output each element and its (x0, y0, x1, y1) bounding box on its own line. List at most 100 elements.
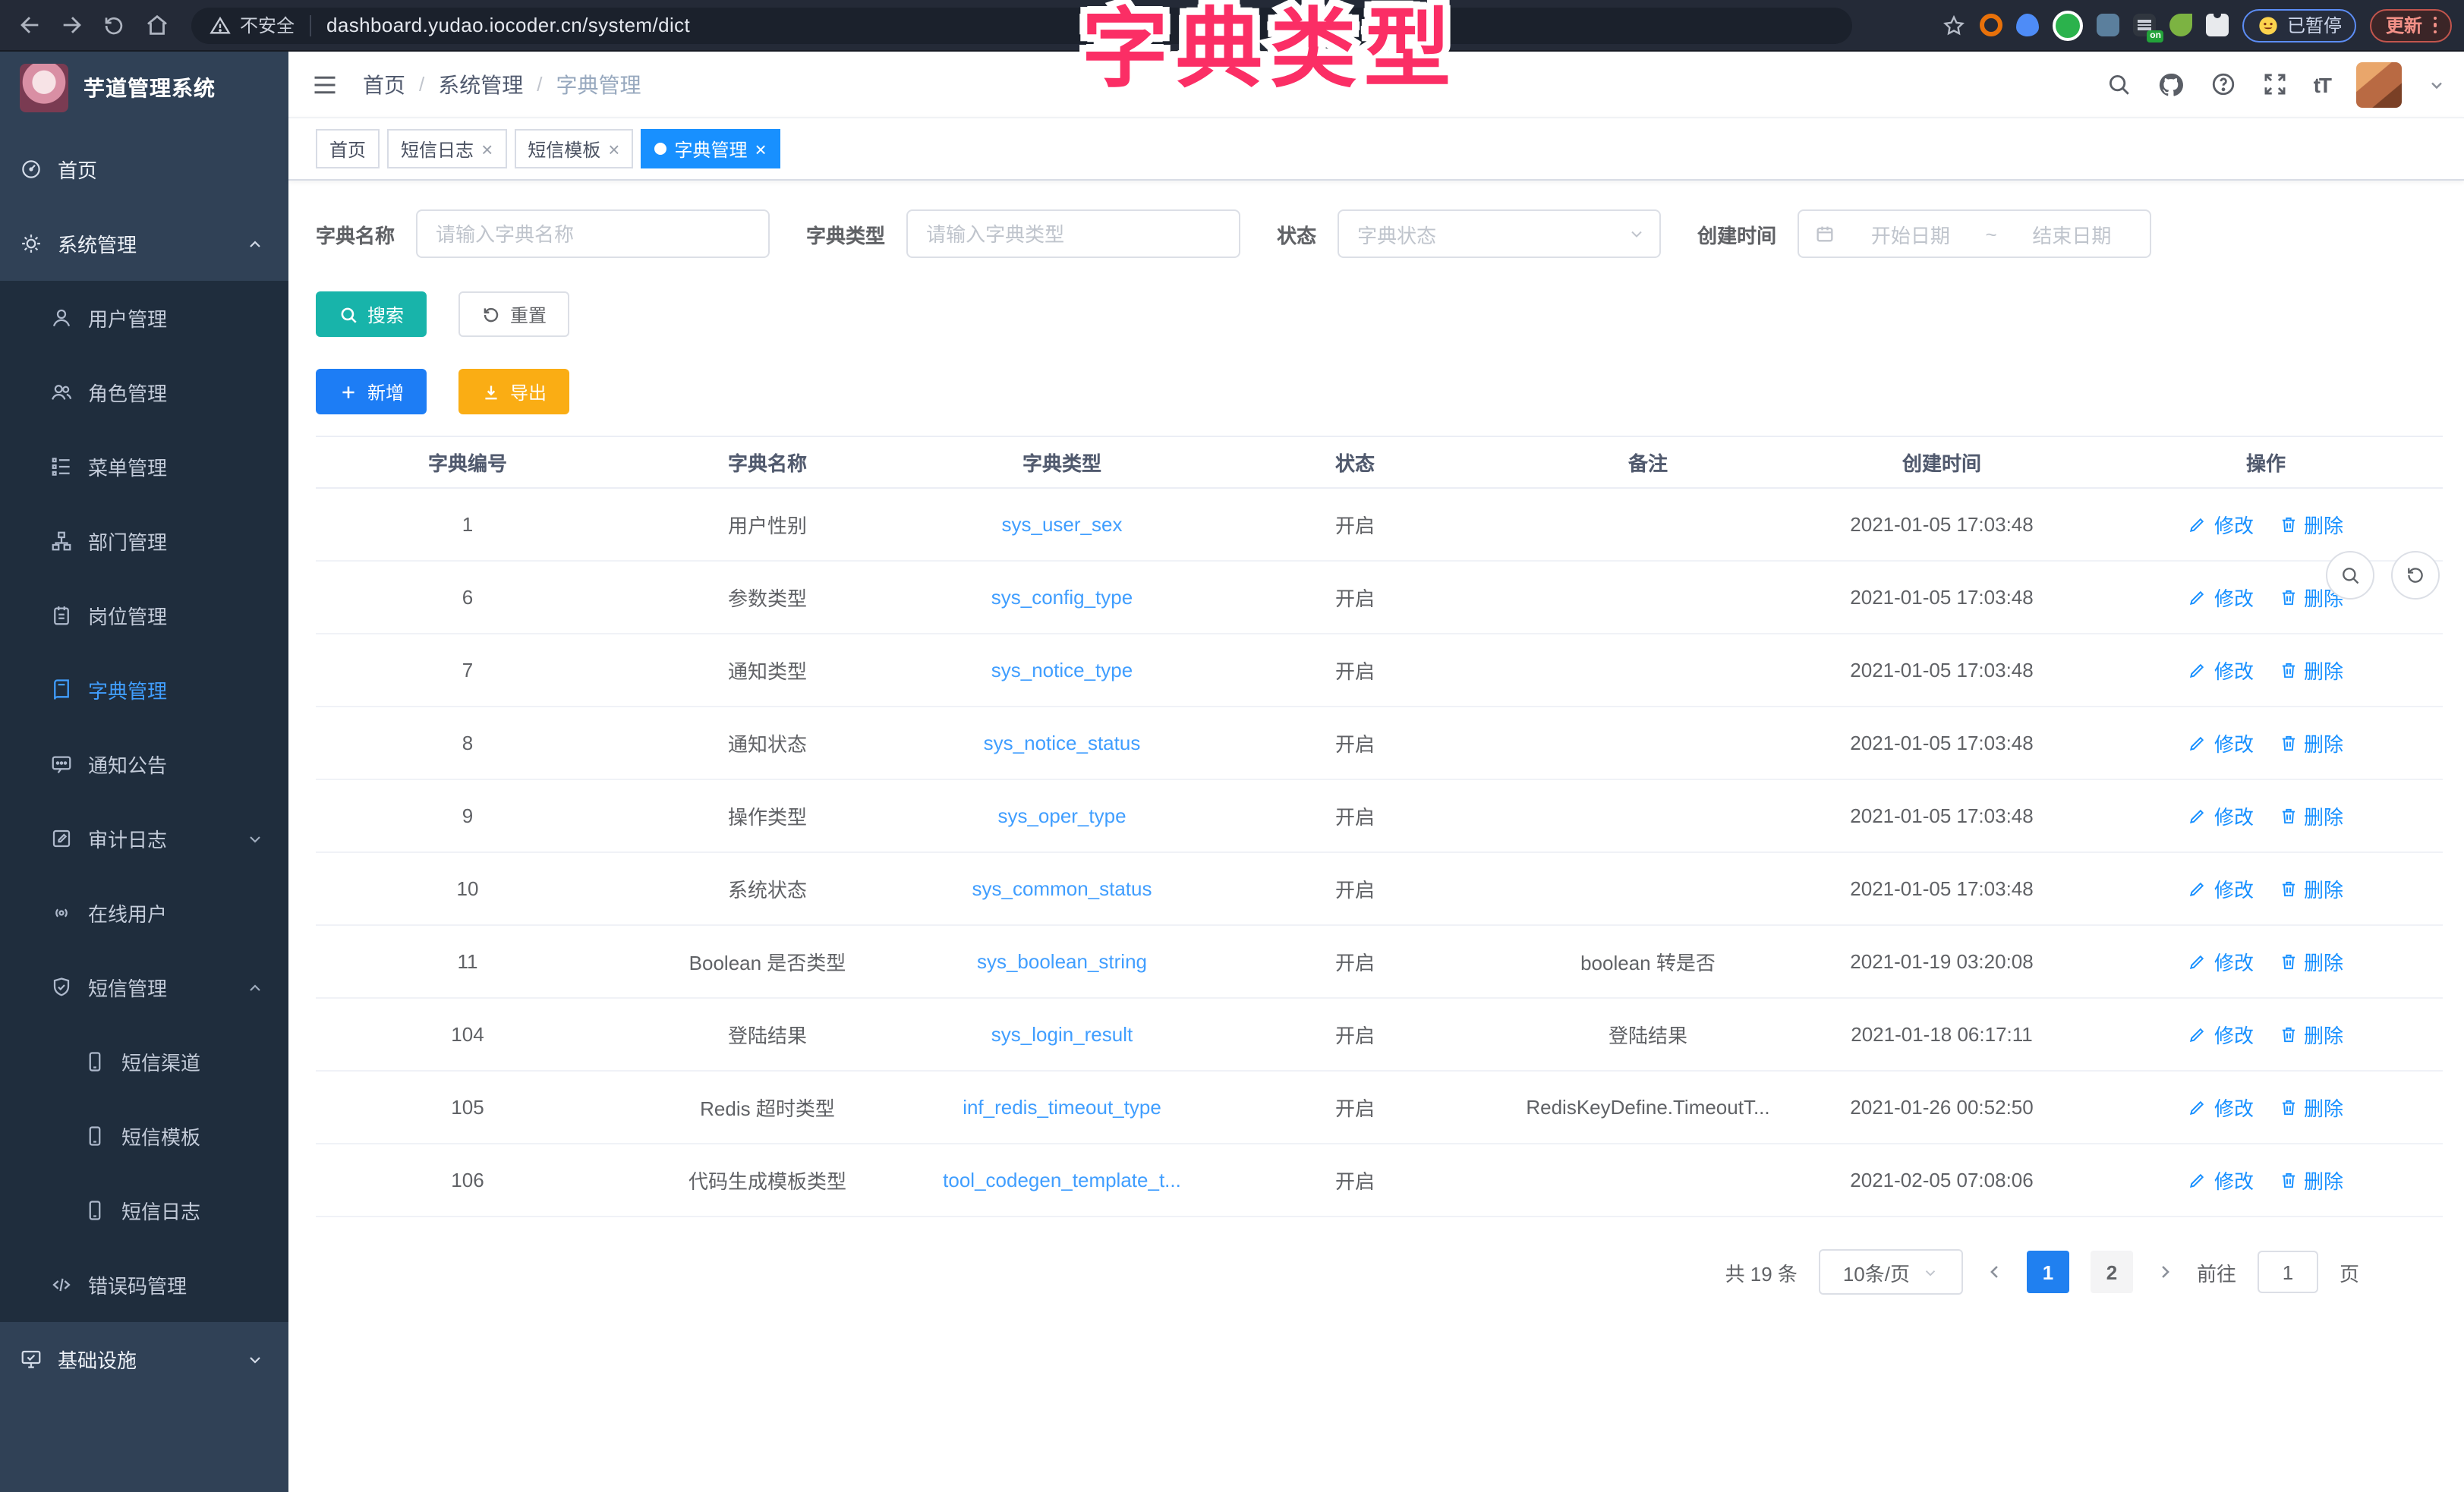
sidebar-item-audit-log[interactable]: 审计日志 (0, 801, 288, 876)
extension-icon-6[interactable] (2170, 14, 2193, 36)
app-logo-row[interactable]: 芋道管理系统 (0, 52, 288, 124)
sidebar-item-dict[interactable]: 字典管理 (0, 653, 288, 727)
delete-link[interactable]: 删除 (2278, 1166, 2343, 1195)
sidebar-item-user[interactable]: 用户管理 (0, 281, 288, 355)
edit-link[interactable]: 修改 (2188, 1166, 2254, 1195)
edit-link[interactable]: 修改 (2188, 1093, 2254, 1122)
sidebar-item-sms-log[interactable]: 短信日志 (0, 1173, 288, 1248)
sidebar-item-sms-channel[interactable]: 短信渠道 (0, 1025, 288, 1099)
home-icon[interactable] (137, 5, 176, 45)
edit-link[interactable]: 修改 (2188, 583, 2254, 612)
dict-name-input[interactable] (416, 209, 770, 258)
edit-link[interactable]: 修改 (2188, 801, 2254, 830)
chevron-down-icon[interactable] (2428, 75, 2446, 93)
view-tab-4[interactable]: 字典管理× (641, 129, 780, 168)
delete-link[interactable]: 删除 (2278, 874, 2343, 903)
dict-type-link[interactable]: sys_notice_status (984, 732, 1141, 754)
dict-type-link[interactable]: sys_config_type (991, 586, 1133, 609)
github-icon[interactable] (2157, 71, 2185, 98)
dict-type-link[interactable]: sys_login_result (991, 1023, 1133, 1046)
font-size-icon[interactable]: tT (2314, 72, 2330, 96)
hamburger-icon[interactable] (311, 71, 339, 98)
breadcrumb-home[interactable]: 首页 (363, 69, 405, 99)
page-button-2[interactable]: 2 (2091, 1251, 2133, 1293)
dict-type-input[interactable] (906, 209, 1240, 258)
bookmark-star-icon[interactable] (1943, 13, 1967, 37)
dict-type-link[interactable]: sys_boolean_string (977, 950, 1147, 973)
cell-dict-name: Boolean 是否类型 (619, 947, 915, 976)
view-tab-1[interactable]: 首页 (316, 129, 380, 168)
close-icon[interactable]: × (755, 139, 767, 159)
sidebar-item-home[interactable]: 首页 (0, 132, 288, 206)
extension-puzzle-icon[interactable] (2207, 14, 2229, 36)
sidebar-item-error-code[interactable]: 错误码管理 (0, 1248, 288, 1322)
extension-icon-4[interactable] (2097, 14, 2120, 36)
search-icon[interactable] (2106, 71, 2132, 97)
chrome-update-button[interactable]: 更新 (2371, 8, 2452, 42)
extension-icon-3[interactable] (2053, 10, 2084, 40)
user-icon (50, 307, 73, 329)
delete-link[interactable]: 删除 (2278, 510, 2343, 539)
date-range-picker[interactable]: 开始日期 ~ 结束日期 (1798, 209, 2151, 258)
menu-dots-icon[interactable] (2433, 17, 2437, 34)
table-row: 106代码生成模板类型tool_codegen_template_t...开启2… (316, 1144, 2443, 1217)
dict-type-link[interactable]: sys_user_sex (1002, 513, 1123, 536)
status-select[interactable]: 字典状态 (1338, 209, 1661, 258)
dict-type-link[interactable]: tool_codegen_template_t... (943, 1169, 1181, 1191)
view-tab-3[interactable]: 短信模板× (514, 129, 633, 168)
delete-link[interactable]: 删除 (2278, 1020, 2343, 1049)
sidebar-item-menu[interactable]: 菜单管理 (0, 430, 288, 504)
reload-icon[interactable] (94, 5, 134, 45)
address-bar[interactable]: 不安全 dashboard.yudao.iocoder.cn/system/di… (191, 7, 1852, 43)
sidebar-item-sms[interactable]: 短信管理 (0, 950, 288, 1025)
dict-type-link[interactable]: sys_notice_type (991, 659, 1133, 681)
sidebar-item-sms-template[interactable]: 短信模板 (0, 1099, 288, 1173)
close-icon[interactable]: × (608, 139, 619, 159)
breadcrumb-system[interactable]: 系统管理 (438, 69, 523, 99)
help-icon[interactable] (2210, 71, 2236, 97)
sidebar-item-role[interactable]: 角色管理 (0, 355, 288, 430)
extension-icon-1[interactable] (1980, 14, 2003, 36)
table-refresh-button[interactable] (2391, 551, 2440, 600)
edit-link[interactable]: 修改 (2188, 656, 2254, 685)
sidebar-item-online-user[interactable]: 在线用户 (0, 876, 288, 950)
table-row: 8通知状态sys_notice_status开启2021-01-05 17:03… (316, 707, 2443, 780)
sidebar-item-dept[interactable]: 部门管理 (0, 504, 288, 578)
edit-link[interactable]: 修改 (2188, 1020, 2254, 1049)
dict-type-link[interactable]: sys_common_status (972, 877, 1152, 900)
sidebar-item-notice[interactable]: 通知公告 (0, 727, 288, 801)
edit-link[interactable]: 修改 (2188, 947, 2254, 976)
goto-page-input[interactable] (2258, 1251, 2318, 1293)
sidebar-item-post[interactable]: 岗位管理 (0, 578, 288, 653)
page-size-select[interactable]: 10条/页 (1819, 1249, 1963, 1295)
delete-link[interactable]: 删除 (2278, 1093, 2343, 1122)
user-avatar[interactable] (2356, 61, 2402, 107)
dict-type-link[interactable]: sys_oper_type (997, 804, 1126, 827)
forward-icon[interactable] (52, 5, 91, 45)
next-page-icon[interactable] (2154, 1261, 2176, 1283)
edit-link[interactable]: 修改 (2188, 729, 2254, 757)
extension-icon-5[interactable]: on (2134, 14, 2157, 36)
edit-link[interactable]: 修改 (2188, 510, 2254, 539)
profile-paused-badge[interactable]: 已暂停 (2243, 8, 2357, 42)
view-tab-2[interactable]: 短信日志× (387, 129, 506, 168)
table-search-button[interactable] (2326, 551, 2374, 600)
prev-page-icon[interactable] (1984, 1261, 2006, 1283)
extension-icon-2[interactable] (2017, 14, 2040, 36)
add-button[interactable]: 新增 (316, 369, 427, 414)
back-icon[interactable] (9, 5, 49, 45)
delete-link[interactable]: 删除 (2278, 729, 2343, 757)
export-button[interactable]: 导出 (458, 369, 569, 414)
delete-link[interactable]: 删除 (2278, 947, 2343, 976)
delete-link[interactable]: 删除 (2278, 656, 2343, 685)
reset-button[interactable]: 重置 (458, 291, 569, 337)
edit-link[interactable]: 修改 (2188, 874, 2254, 903)
search-button[interactable]: 搜索 (316, 291, 427, 337)
sidebar-item-system[interactable]: 系统管理 (0, 206, 288, 281)
fullscreen-icon[interactable] (2262, 71, 2288, 97)
close-icon[interactable]: × (481, 139, 493, 159)
page-button-1[interactable]: 1 (2027, 1251, 2069, 1293)
dict-type-link[interactable]: inf_redis_timeout_type (963, 1096, 1161, 1119)
delete-link[interactable]: 删除 (2278, 801, 2343, 830)
sidebar-item-infra[interactable]: 基础设施 (0, 1322, 288, 1396)
